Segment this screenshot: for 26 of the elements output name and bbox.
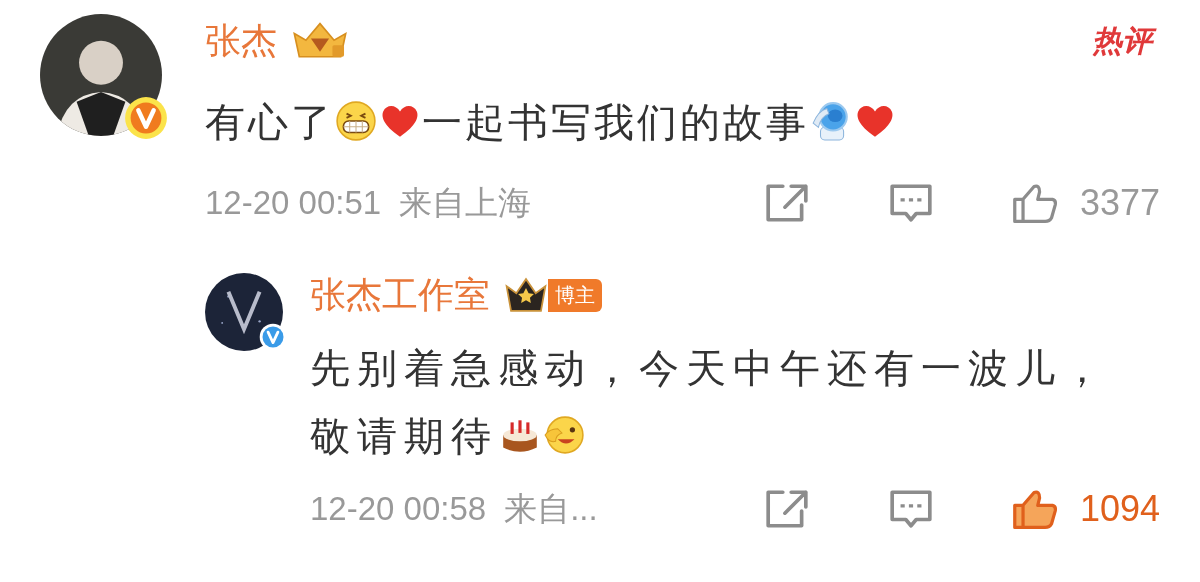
- wink-emoji-icon: [543, 414, 585, 456]
- verified-badge: [259, 323, 287, 351]
- grin-emoji-icon: [335, 100, 377, 142]
- role-badge: 博主: [548, 278, 602, 312]
- comment-text: 先别着急感动，今天中午还有一波儿，: [310, 345, 1109, 391]
- verified-badge: [124, 96, 168, 140]
- share-icon[interactable]: [763, 488, 810, 530]
- author-name[interactable]: 张杰: [205, 16, 277, 66]
- like-count: 1094: [1079, 488, 1160, 530]
- comment-icon[interactable]: [887, 182, 934, 224]
- comment-text: 一起书写我们的故事: [422, 99, 809, 145]
- comment-location: 来自...: [504, 488, 598, 529]
- comment-icon[interactable]: [887, 488, 934, 530]
- crown-icon: [504, 275, 548, 315]
- comment-text: 敬请期待: [310, 413, 498, 459]
- like-icon[interactable]: [1011, 182, 1058, 224]
- like-count: 3377: [1079, 182, 1160, 224]
- comment-time: 12-20 00:51: [205, 184, 382, 222]
- author-name[interactable]: 张杰工作室: [310, 270, 490, 320]
- hot-comment-label: 热评: [1090, 16, 1160, 66]
- comment-time: 12-20 00:58: [310, 490, 487, 528]
- comment-location: 来自上海: [399, 182, 532, 223]
- avatar[interactable]: [205, 273, 283, 351]
- comment-text: 有心了: [205, 99, 334, 145]
- share-icon[interactable]: [763, 182, 810, 224]
- like-icon[interactable]: [1011, 488, 1058, 530]
